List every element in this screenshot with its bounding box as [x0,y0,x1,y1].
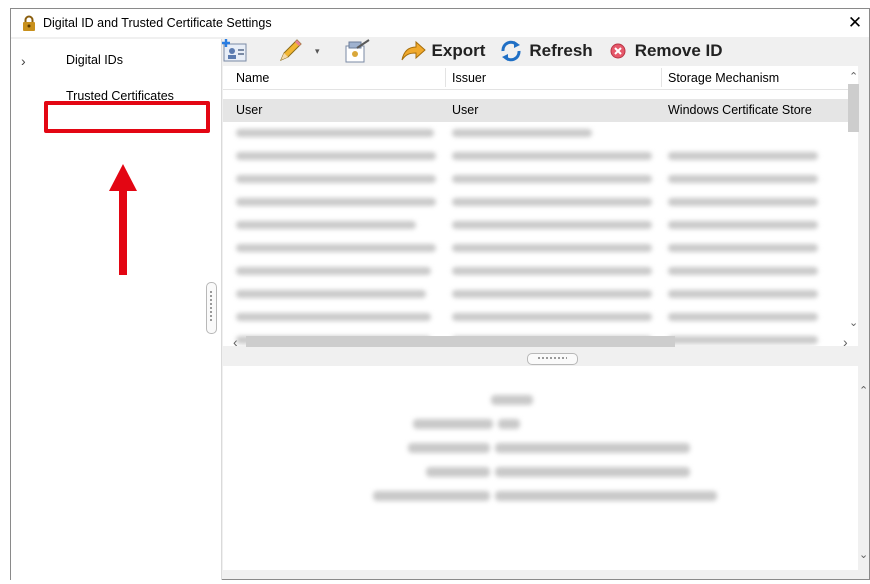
cell-name: User [236,103,263,117]
redacted-cell [236,313,431,321]
cell-issuer: User [452,103,479,117]
certificate-table: Name Issuer Storage Mechanism User User … [223,66,858,346]
title-bar: Digital ID and Trusted Certificate Setti… [11,9,869,37]
add-id-button[interactable] [221,38,255,64]
certificate-details-panel [223,366,858,570]
close-icon[interactable]: ✕ [843,11,867,35]
tree-item-digital-ids[interactable]: Digital IDs [66,53,123,67]
scroll-thumb[interactable] [848,84,859,132]
scroll-down-icon[interactable]: ⌄ [849,316,858,329]
redacted-cell [452,129,592,137]
window-title: Digital ID and Trusted Certificate Setti… [43,16,272,30]
redacted-cell [452,313,652,321]
table-row[interactable] [223,144,848,167]
redacted-cell [236,221,416,229]
redacted-cell [452,221,652,229]
highlight-box [44,101,210,133]
redacted-cell [452,198,652,206]
redacted-text [408,443,490,453]
redacted-cell [668,221,818,229]
redacted-cell [668,313,818,321]
redacted-text [498,419,520,429]
remove-icon [610,43,626,59]
redacted-cell [452,290,652,298]
red-arrow-shaft [119,189,127,275]
column-header-issuer[interactable]: Issuer [452,71,486,85]
redacted-cell [452,267,652,275]
scroll-up-icon[interactable]: ⌃ [849,70,858,83]
usage-options-button[interactable] [342,38,378,64]
export-label: Export [431,41,486,60]
remove-id-button[interactable]: Remove ID [607,40,723,62]
redacted-cell [452,175,652,183]
redacted-text [373,491,490,501]
lock-icon [23,15,35,31]
column-header-name[interactable]: Name [236,71,269,85]
table-row[interactable] [223,213,848,236]
redacted-text [413,419,493,429]
refresh-button[interactable]: Refresh [499,40,593,62]
red-arrow-head [109,164,137,191]
redacted-cell [668,152,818,160]
settings-tree: › Digital IDs Trusted Certificates [11,39,222,580]
toolbar: ▾ Export Refresh Remove ID [221,34,857,68]
table-row[interactable] [223,121,848,144]
redacted-text [495,491,717,501]
redacted-cell [236,198,436,206]
redacted-text [495,443,690,453]
redacted-cell [668,244,818,252]
remove-id-label: Remove ID [634,41,723,60]
scroll-left-icon[interactable]: ‹ [233,334,238,350]
cell-storage: Windows Certificate Store [668,103,812,117]
redacted-cell [668,175,818,183]
chevron-down-icon[interactable]: ▾ [315,46,320,57]
scroll-right-icon[interactable]: › [843,334,848,350]
scroll-up-icon[interactable]: ⌃ [859,384,868,397]
horizontal-splitter-handle[interactable] [527,353,578,365]
table-header: Name Issuer Storage Mechanism [223,66,848,90]
edit-button[interactable]: ▾ [277,38,320,64]
table-row[interactable] [223,259,848,282]
table-row[interactable]: User User Windows Certificate Store [223,99,848,122]
add-id-icon [222,39,247,62]
usage-options-icon [345,39,370,63]
redacted-cell [452,152,652,160]
details-vertical-scrollbar[interactable]: ⌃ ⌄ [857,380,870,570]
redacted-cell [236,244,436,252]
export-arrow-icon [401,40,426,61]
table-horizontal-scrollbar[interactable]: ‹ › [225,333,859,350]
redacted-text [426,467,490,477]
column-divider[interactable] [661,68,662,87]
vertical-splitter-handle[interactable] [206,282,217,334]
table-row[interactable] [223,282,848,305]
chevron-right-icon[interactable]: › [21,53,26,69]
table-vertical-scrollbar[interactable]: ⌃ ⌄ [847,70,860,332]
redacted-cell [236,267,431,275]
redacted-cell [668,290,818,298]
column-divider[interactable] [445,68,446,87]
redacted-cell [452,244,652,252]
redacted-cell [236,129,434,137]
pencil-icon [280,39,302,61]
redacted-cell [236,152,436,160]
redacted-cell [236,290,426,298]
redacted-cell [236,175,436,183]
table-row[interactable] [223,167,848,190]
column-header-storage[interactable]: Storage Mechanism [668,71,779,85]
redacted-cell [668,267,818,275]
export-button[interactable]: Export [400,40,486,62]
scroll-thumb[interactable] [246,336,675,347]
scroll-down-icon[interactable]: ⌄ [859,548,868,561]
table-row[interactable] [223,305,848,328]
table-row[interactable] [223,190,848,213]
table-row[interactable] [223,236,848,259]
redacted-text [491,395,533,405]
refresh-label: Refresh [529,41,593,60]
refresh-icon [501,40,521,62]
redacted-text [495,467,690,477]
redacted-cell [668,198,818,206]
